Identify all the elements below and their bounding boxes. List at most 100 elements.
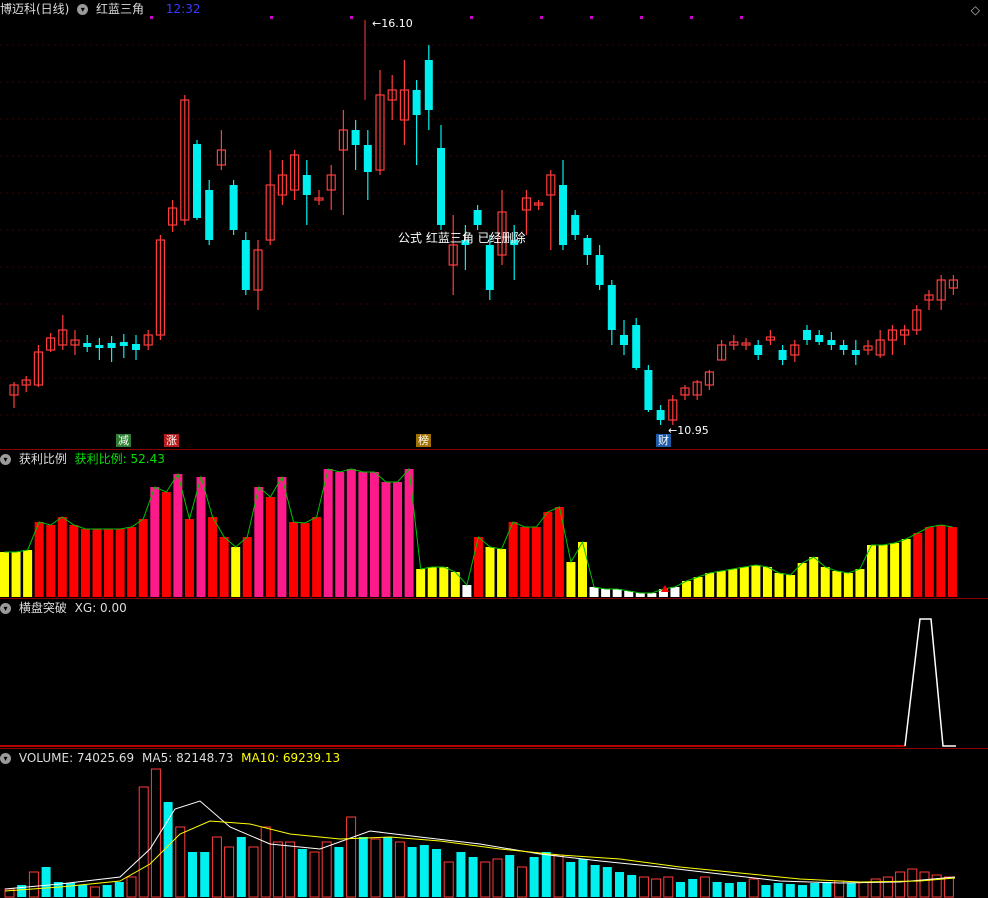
- volume-bar-down: [334, 847, 344, 897]
- volume-bar-down: [737, 882, 746, 897]
- volume-bar-up: [553, 854, 564, 898]
- volume-bar-up: [480, 861, 491, 898]
- candle-body-down: [632, 325, 641, 368]
- profit-bar: [786, 575, 796, 597]
- volume-bar-down: [773, 883, 783, 897]
- formula-notice: 公式 红蓝三角 已经删除: [398, 231, 526, 245]
- profit-bar: [635, 593, 645, 597]
- profit-bar: [797, 563, 807, 597]
- candle-body-down: [412, 90, 421, 115]
- candle-body-down: [473, 210, 482, 225]
- profit-bar: [92, 529, 102, 597]
- candle-body-down: [571, 215, 580, 235]
- profit-bar: [867, 545, 876, 597]
- candle-body-down: [851, 350, 860, 355]
- volume-bar-up: [346, 816, 357, 898]
- profit-bar: [231, 547, 241, 597]
- marker-dot: [270, 16, 273, 19]
- volume-bar-down: [541, 852, 551, 897]
- candle-body-down: [803, 330, 811, 340]
- profit-bar: [774, 573, 784, 597]
- profit-bar: [473, 537, 483, 597]
- volume-bar-down: [846, 883, 856, 897]
- volume-bar-down: [505, 855, 515, 897]
- volume-bar-down: [724, 883, 734, 897]
- volume-bar-up: [882, 876, 893, 898]
- marker-dot: [690, 16, 693, 19]
- volume-bar-down: [102, 885, 112, 897]
- volume-bar-down: [676, 882, 685, 897]
- profit-bar: [728, 569, 738, 597]
- profit-bar: [843, 573, 853, 597]
- candle-body-down: [778, 350, 787, 360]
- profit-bar: [693, 577, 703, 597]
- volume-bar-down: [688, 879, 698, 897]
- candle-body-down: [193, 144, 201, 218]
- profit-bar: [670, 587, 680, 597]
- candle-body-down: [351, 130, 360, 145]
- profit-bar: [520, 527, 530, 597]
- profit-bar: [716, 571, 726, 597]
- high-price-value: 16.10: [381, 17, 413, 30]
- marker-dot: [740, 16, 743, 19]
- ma5-line: [4, 800, 956, 890]
- profit-bar: [404, 469, 414, 597]
- profit-bar: [612, 589, 622, 597]
- profit-bar: [855, 569, 865, 597]
- volume-bar-up: [28, 871, 39, 898]
- candle-body-down: [229, 185, 238, 230]
- profit-bar: [601, 589, 611, 597]
- marker-dot: [150, 16, 153, 19]
- profit-bar: [739, 567, 749, 597]
- tag-zhang[interactable]: 涨: [164, 434, 179, 447]
- candle-body-down: [485, 245, 494, 290]
- profit-bar: [832, 571, 842, 597]
- volume-bar-down: [236, 837, 246, 897]
- profit-bar: [901, 539, 911, 597]
- candle-body-down: [839, 345, 848, 350]
- volume-bar-down: [432, 849, 441, 897]
- profit-bar: [46, 525, 56, 597]
- volume-bar-down: [810, 883, 820, 897]
- candle-body-down: [83, 343, 92, 347]
- volume-bar-up: [907, 868, 918, 898]
- volume-bar-up: [272, 841, 283, 898]
- profit-bar: [878, 545, 888, 597]
- tag-cai[interactable]: 财: [656, 434, 671, 447]
- candle-body-down: [205, 190, 214, 240]
- profit-bar: [150, 487, 160, 597]
- volume-bar-down: [761, 885, 771, 897]
- tag-jian[interactable]: 减: [116, 434, 131, 447]
- candle-body-down: [644, 370, 653, 410]
- candle-body-down: [815, 335, 824, 342]
- profit-bar: [820, 567, 830, 597]
- profit-bar: [647, 593, 657, 597]
- volume-bar-up: [895, 871, 906, 898]
- volume-bar-up: [211, 836, 222, 898]
- breakout-signal-line: [904, 618, 956, 747]
- tag-bang[interactable]: 榜: [416, 434, 431, 447]
- profit-bar: [381, 482, 391, 597]
- volume-chart: [4, 768, 956, 898]
- volume-bar-down: [200, 852, 210, 897]
- volume-bar-down: [468, 857, 478, 897]
- volume-bar-down: [78, 885, 88, 897]
- profit-bar: [913, 533, 923, 597]
- volume-bar-up: [370, 838, 381, 898]
- volume-bar-up: [126, 876, 137, 898]
- profit-bar: [265, 497, 275, 597]
- volume-bar-up: [943, 876, 954, 898]
- profit-bar: [289, 522, 298, 597]
- candle-body-down: [241, 240, 250, 290]
- profit-bar: [809, 557, 819, 597]
- profit-bar: [566, 562, 576, 597]
- volume-bar-down: [566, 862, 576, 897]
- profit-bar: [173, 474, 183, 597]
- profit-bar: [682, 581, 692, 597]
- volume-bar-up: [748, 878, 759, 898]
- volume-bar-up: [260, 826, 271, 898]
- profit-ratio-chart: [0, 467, 957, 597]
- profit-bar: [57, 517, 67, 597]
- volume-bar-down: [529, 857, 539, 897]
- profit-bar: [127, 527, 137, 597]
